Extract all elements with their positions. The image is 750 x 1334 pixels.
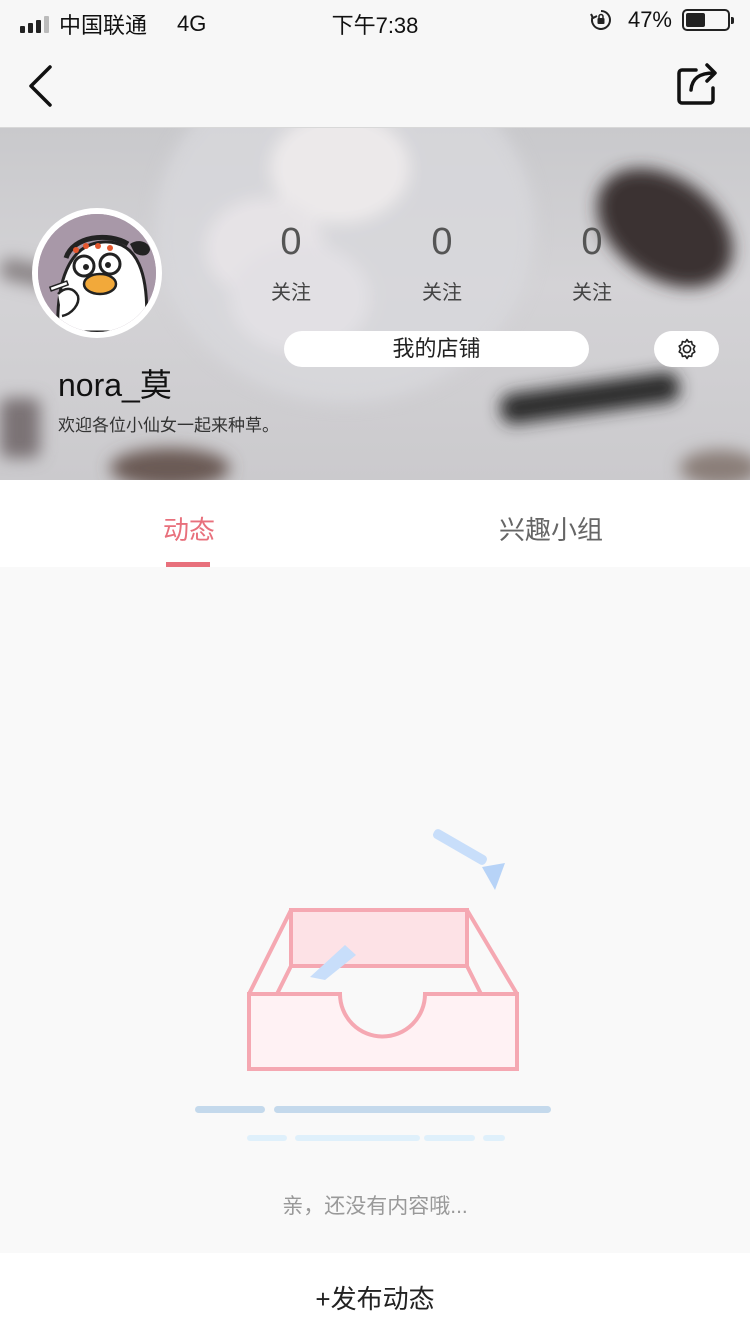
status-bar: 中国联通 4G 下午7:38 47% bbox=[0, 0, 750, 40]
stat-label: 关注 bbox=[572, 282, 612, 304]
stat-following-2[interactable]: 0 关注 bbox=[402, 220, 482, 305]
status-right: 47% bbox=[590, 7, 734, 33]
stat-label: 关注 bbox=[422, 282, 462, 304]
stat-label: 关注 bbox=[271, 282, 311, 304]
tab-feed[interactable]: 动态 bbox=[99, 510, 279, 547]
tab-bar: 动态 兴趣小组 bbox=[0, 480, 750, 567]
tab-interest-groups[interactable]: 兴趣小组 bbox=[461, 510, 641, 547]
feed-content: 亲，还没有内容哦... bbox=[0, 567, 750, 1253]
app-root: 中国联通 4G 下午7:38 47% 0 关注 0 关注 0 关注 我的店铺 n… bbox=[0, 0, 750, 1334]
battery-icon bbox=[682, 9, 734, 31]
settings-button[interactable] bbox=[654, 331, 719, 367]
avatar-image bbox=[38, 214, 156, 332]
bottom-action-bar: +发布动态 bbox=[0, 1253, 750, 1334]
profile-header: 0 关注 0 关注 0 关注 我的店铺 nora_莫 欢迎各位小仙女一起来种草。 bbox=[0, 128, 750, 480]
share-icon[interactable] bbox=[676, 62, 720, 106]
username: nora_莫 bbox=[58, 367, 172, 403]
makeup-brush-icon bbox=[432, 829, 505, 890]
stat-following-3[interactable]: 0 关注 bbox=[552, 220, 632, 305]
stat-value: 0 bbox=[431, 221, 453, 263]
publish-post-button[interactable]: +发布动态 bbox=[0, 1279, 750, 1316]
chevron-left-icon[interactable] bbox=[26, 64, 56, 108]
empty-state-message: 亲，还没有内容哦... bbox=[282, 1195, 468, 1218]
stat-value: 0 bbox=[280, 221, 302, 263]
user-bio: 欢迎各位小仙女一起来种草。 bbox=[58, 416, 279, 435]
empty-box-illustration bbox=[195, 829, 551, 1141]
battery-percent: 47% bbox=[627, 7, 672, 32]
stat-value: 0 bbox=[581, 221, 603, 263]
navigation-bar bbox=[0, 40, 750, 128]
stat-following-1[interactable]: 0 关注 bbox=[251, 220, 331, 305]
rotation-lock-icon bbox=[590, 10, 611, 30]
my-shop-button[interactable]: 我的店铺 bbox=[284, 331, 589, 367]
avatar[interactable] bbox=[32, 208, 162, 338]
gear-icon bbox=[677, 338, 696, 360]
